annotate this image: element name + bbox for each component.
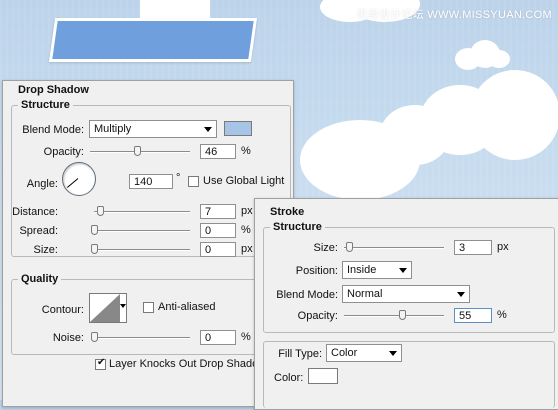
shadow-color-swatch[interactable] [224,121,252,136]
layer-knocks-out-label: Layer Knocks Out Drop Shadow [109,358,267,370]
color-label: Color: [274,372,304,384]
anti-aliased-label: Anti-aliased [158,301,216,313]
anti-aliased-checkbox[interactable] [143,302,154,313]
position-label: Position: [295,265,338,277]
fill-type-label: Fill Type: [278,348,322,360]
fill-type-value: Color [331,347,358,359]
structure-group: Structure Blend Mode: Multiply Opacity: … [11,99,291,257]
watermark-text: 思缘设计论坛 WWW.MISSYUAN.COM [356,9,552,21]
spread-slider-thumb[interactable] [91,225,98,235]
position-value: Inside [347,264,377,276]
size-slider-track[interactable] [94,249,190,251]
contour-dropdown-arrow-icon[interactable] [120,304,126,308]
quality-group-title: Quality [18,273,62,285]
stroke-size-label: Size: [313,242,338,254]
position-select[interactable]: Inside [342,261,412,279]
distance-input[interactable]: 7 [200,204,236,219]
stroke-opacity-unit: % [497,309,507,321]
stroke-opacity-slider-thumb[interactable] [399,310,406,320]
angle-label: Angle: [26,178,58,190]
dropdown-arrow-icon [399,268,407,273]
stroke-color-swatch[interactable] [308,368,338,384]
noise-label: Noise: [52,332,84,344]
noise-unit: % [241,331,251,343]
use-global-light-checkbox[interactable] [188,176,199,187]
stroke-size-unit: px [497,241,509,253]
dropdown-arrow-icon [457,292,465,297]
size-unit: px [241,243,253,255]
stroke-size-slider-thumb[interactable] [346,242,353,252]
contour-curve-icon [90,294,120,322]
cloud [300,120,420,200]
distance-unit: px [241,205,253,217]
contour-preview[interactable] [89,293,127,323]
angle-dial[interactable] [62,162,96,196]
quality-group: Quality Contour: Anti-aliased Noise: 0 % [11,273,291,355]
size-label: Size: [33,244,58,256]
stroke-blend-mode-label: Blend Mode: [276,289,338,301]
angle-unit: ° [176,172,181,184]
blend-mode-value: Multiply [94,123,132,135]
blend-mode-label: Blend Mode: [22,124,84,136]
dropdown-arrow-icon [204,127,212,132]
size-slider-thumb[interactable] [91,244,98,254]
stroke-blend-mode-value: Normal [347,288,383,300]
noise-slider-track[interactable] [94,337,190,339]
sign-pole [140,0,210,20]
stroke-title: Stroke [267,206,308,218]
stroke-opacity-label: Opacity: [297,310,338,322]
fill-group: Fill Type: Color Color: [263,341,555,408]
spread-unit: % [241,224,251,236]
stroke-structure-group-title: Structure [270,221,325,233]
distance-slider-track[interactable] [94,211,190,213]
opacity-label: Opacity: [43,146,84,158]
spread-input[interactable]: 0 [200,223,236,238]
opacity-slider-thumb[interactable] [134,146,141,156]
use-global-light-label: Use Global Light [203,175,285,187]
cloud [470,70,558,160]
stroke-structure-group: Structure Size: 3 px Position: Inside Bl… [263,221,555,333]
spread-label: Spread: [19,225,58,237]
stroke-size-slider-track[interactable] [344,247,444,249]
stroke-opacity-input[interactable]: 55 [454,308,492,323]
structure-group-title: Structure [18,99,73,111]
spread-slider-track[interactable] [94,230,190,232]
size-input[interactable]: 0 [200,242,236,257]
layer-knocks-out-checkbox[interactable] [95,357,106,370]
stroke-panel: Stroke Structure Size: 3 px Position: In… [254,198,558,410]
dropdown-arrow-icon [389,351,397,356]
fill-type-select[interactable]: Color [326,344,402,362]
cloud [488,50,510,68]
blue-sign-shape [48,18,258,62]
blend-mode-select[interactable]: Multiply [89,120,217,138]
stroke-size-input[interactable]: 3 [454,240,492,255]
drop-shadow-title: Drop Shadow [15,84,92,96]
noise-input[interactable]: 0 [200,330,236,345]
angle-dial-needle [66,178,79,188]
stroke-blend-mode-select[interactable]: Normal [342,285,470,303]
drop-shadow-panel: Drop Shadow Structure Blend Mode: Multip… [2,80,294,407]
distance-label: Distance: [12,206,58,218]
opacity-input[interactable]: 46 [200,144,236,159]
stroke-opacity-slider-track[interactable] [344,315,444,317]
angle-input[interactable]: 140 [129,174,173,189]
distance-slider-thumb[interactable] [97,206,104,216]
opacity-unit: % [241,145,251,157]
contour-label: Contour: [41,304,84,316]
noise-slider-thumb[interactable] [91,332,98,342]
